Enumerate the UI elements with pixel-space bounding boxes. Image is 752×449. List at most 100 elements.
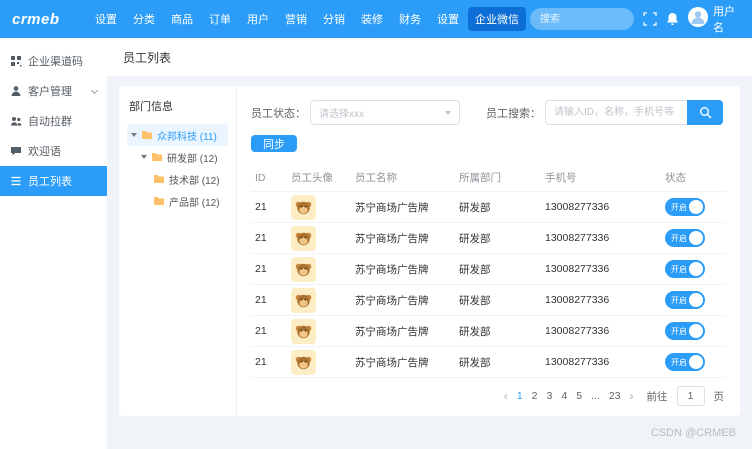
toggle-knob	[689, 231, 703, 245]
cell-dept: 研发部	[459, 325, 491, 338]
folder-icon	[142, 131, 152, 139]
next-page-button[interactable]: ›	[630, 390, 634, 402]
status-toggle[interactable]: 开启	[665, 353, 705, 371]
status-toggle[interactable]: 开启	[665, 291, 705, 309]
col-id: ID	[255, 171, 266, 184]
prev-page-button[interactable]: ‹	[504, 390, 508, 402]
chevron-down-icon	[90, 86, 99, 94]
table-row: 21 苏宁商场广告牌 研发部 13008277336 开启	[251, 316, 726, 347]
department-panel: 部门信息 众邦科技 (11) 研发部 (12) 技术部 (12) 产品部 (12…	[119, 86, 237, 416]
cell-name: 苏宁商场广告牌	[355, 325, 429, 338]
sidebar-item-label: 员工列表	[28, 176, 72, 188]
cell-id: 21	[255, 325, 267, 337]
nav-item-product[interactable]: 商品	[164, 7, 200, 31]
expand-arrow-icon[interactable]	[141, 155, 147, 159]
nav-item-user[interactable]: 用户	[240, 7, 276, 31]
toggle-knob	[689, 200, 703, 214]
cell-dept: 研发部	[459, 356, 491, 369]
main-layout: 企业渠道码 客户管理 自动拉群 欢迎语 员工列表 员工列表 部门信息 众邦科技 …	[0, 38, 752, 449]
sidebar-item-label: 欢迎语	[28, 146, 61, 158]
bell-icon[interactable]	[666, 12, 679, 26]
employee-avatar	[291, 225, 316, 251]
cell-name: 苏宁商场广告牌	[355, 201, 429, 214]
employee-avatar	[291, 287, 316, 313]
cell-phone: 13008277336	[545, 263, 610, 275]
tree-node-label: 研发部 (12)	[167, 153, 218, 165]
sidebar-item-welcome-msg[interactable]: 欢迎语	[0, 136, 107, 166]
cell-phone: 13008277336	[545, 232, 610, 244]
nav-item-wecom[interactable]: 企业微信	[467, 7, 526, 31]
expand-arrow-icon[interactable]	[131, 133, 137, 137]
person-icon	[11, 86, 21, 96]
page-2[interactable]: 2	[532, 390, 538, 402]
search-button[interactable]	[687, 100, 723, 125]
cell-id: 21	[255, 232, 267, 244]
cell-phone: 13008277336	[545, 356, 610, 368]
page-23[interactable]: 23	[609, 390, 621, 402]
page-ellipsis[interactable]: ...	[591, 390, 600, 402]
page-1[interactable]: 1	[517, 390, 523, 402]
cell-avatar	[291, 287, 355, 313]
status-toggle[interactable]: 开启	[665, 229, 705, 247]
sidebar-item-employee-list[interactable]: 员工列表	[0, 166, 107, 196]
toggle-knob	[689, 262, 703, 276]
employee-search-input[interactable]	[545, 100, 687, 125]
page-3[interactable]: 3	[547, 390, 553, 402]
tree-node-company[interactable]: 众邦科技 (11)	[127, 124, 228, 146]
sidebar-item-customer-mgmt[interactable]: 客户管理	[0, 76, 107, 106]
nav-item-settings-2[interactable]: 设置	[430, 7, 466, 31]
folder-icon	[154, 175, 164, 183]
table-header: ID 员工头像 员工名称 所属部门 手机号 状态	[251, 164, 726, 192]
status-toggle[interactable]: 开启	[665, 260, 705, 278]
status-select[interactable]: 请选择xxx	[310, 100, 460, 125]
search-filter-label: 员工搜索：	[486, 107, 541, 120]
tree-node-tech-dept[interactable]: 技术部 (12)	[149, 168, 228, 190]
page-5[interactable]: 5	[576, 390, 582, 402]
col-phone: 手机号	[545, 172, 577, 184]
cell-name: 苏宁商场广告牌	[355, 294, 429, 307]
nav-item-decoration[interactable]: 装修	[354, 7, 390, 31]
filter-bar: 员工状态： 请选择xxx 员工搜索：	[251, 100, 726, 125]
top-nav: 设置 分类 商品 订单 用户 营销 分销 装修 财务 设置 企业微信	[88, 7, 526, 31]
tree-node-label: 产品部 (12)	[169, 197, 220, 209]
nav-item-settings[interactable]: 设置	[88, 7, 124, 31]
sync-button[interactable]: 同步	[251, 135, 297, 152]
page-4[interactable]: 4	[561, 390, 567, 402]
work-area: 员工状态： 请选择xxx 员工搜索： 同步 ID 员	[237, 86, 740, 416]
nav-item-order[interactable]: 订单	[202, 7, 238, 31]
nav-item-marketing[interactable]: 营销	[278, 7, 314, 31]
nav-item-finance[interactable]: 财务	[392, 7, 428, 31]
cell-name: 苏宁商场广告牌	[355, 356, 429, 369]
global-search-input[interactable]	[529, 8, 634, 30]
status-toggle[interactable]: 开启	[665, 198, 705, 216]
cell-dept: 研发部	[459, 201, 491, 214]
chat-icon	[11, 147, 21, 156]
nav-item-distribution[interactable]: 分销	[316, 7, 352, 31]
cell-name: 苏宁商场广告牌	[355, 263, 429, 276]
sidebar-item-label: 客户管理	[28, 86, 72, 98]
table-row: 21 苏宁商场广告牌 研发部 13008277336 开启	[251, 192, 726, 223]
folder-icon	[154, 197, 164, 205]
sidebar-item-channel-code[interactable]: 企业渠道码	[0, 46, 107, 76]
breadcrumb: 员工列表	[107, 38, 752, 76]
tree-node-product-dept[interactable]: 产品部 (12)	[149, 190, 228, 212]
col-status: 状态	[665, 172, 686, 184]
fullscreen-icon[interactable]	[643, 12, 657, 26]
sidebar: 企业渠道码 客户管理 自动拉群 欢迎语 员工列表	[0, 38, 107, 449]
cell-avatar	[291, 256, 355, 282]
cell-id: 21	[255, 294, 267, 306]
nav-item-category[interactable]: 分类	[126, 7, 162, 31]
goto-label: 前往	[646, 390, 668, 403]
status-toggle[interactable]: 开启	[665, 322, 705, 340]
tree-node-rd-dept[interactable]: 研发部 (12)	[137, 146, 228, 168]
tree-node-label: 众邦科技 (11)	[157, 131, 217, 143]
search-icon	[699, 107, 711, 119]
cell-avatar	[291, 194, 355, 220]
sidebar-item-auto-group[interactable]: 自动拉群	[0, 106, 107, 136]
content-card: 部门信息 众邦科技 (11) 研发部 (12) 技术部 (12) 产品部 (12…	[119, 86, 740, 416]
col-dept: 所属部门	[459, 172, 501, 184]
cell-avatar	[291, 349, 355, 375]
goto-page-input[interactable]	[676, 386, 705, 406]
user-menu[interactable]: 用户名	[687, 3, 740, 35]
table-row: 21 苏宁商场广告牌 研发部 13008277336 开启	[251, 254, 726, 285]
